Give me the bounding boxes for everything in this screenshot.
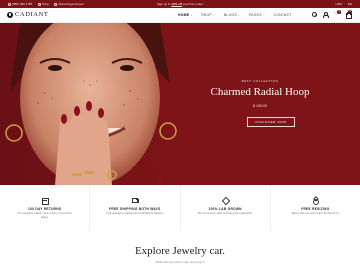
ring-icon	[312, 197, 320, 205]
site-logo[interactable]: CADIANT	[7, 11, 48, 18]
box-icon	[42, 197, 50, 205]
cart-count-badge: 0	[348, 10, 352, 14]
currency-selector[interactable]: USD	[335, 2, 341, 6]
nav-item-contact[interactable]: CONTACT	[274, 13, 292, 17]
wishlist-count-badge: 0	[337, 10, 341, 14]
hero-model-image	[0, 23, 180, 185]
feature-desc: "No questions asked" return policy. If y…	[17, 212, 72, 219]
promo-text: Sign up to	[156, 2, 171, 6]
search-icon[interactable]	[312, 12, 318, 18]
nav-item-home[interactable]: HOME ⌄	[178, 13, 193, 17]
promo-link[interactable]: 10% off	[171, 2, 182, 6]
gem-icon	[222, 197, 228, 203]
promo-tail: your first order!	[182, 2, 204, 6]
nav-label: BLOGS	[223, 13, 238, 17]
explore-section: Explore Jewelry car. What can you come, …	[0, 245, 360, 264]
main-header: CADIANT HOME ⌄ SHOP ⌄ BLOGS ⌄ PAGES ⌄ CONTAC…	[0, 8, 360, 23]
feature-returns: 100 DAY RETURNS "No questions asked" ret…	[0, 185, 91, 230]
chevron-down-icon: ⌄	[262, 13, 266, 17]
feature-desc: We are proud to offer only lab grown dia…	[197, 212, 253, 215]
top-bar: (888) 999 4785 Shop Virtual Appointment …	[0, 0, 360, 8]
hero-banner: BEST COLLECTION Charmed Radial Hoop $ 19…	[0, 23, 360, 185]
main-nav: HOME ⌄ SHOP ⌄ BLOGS ⌄ PAGES ⌄ CONTACT	[178, 13, 292, 17]
bag-icon[interactable]: 0	[345, 10, 352, 19]
feature-lab-grown: 100% LAB GROWN We are proud to offer onl…	[181, 185, 271, 230]
feature-resizing: FREE RESIZING Wasn't size you got it rig…	[271, 185, 360, 230]
feature-strip: 100 DAY RETURNS "No questions asked" ret…	[0, 185, 360, 230]
feature-shipping: FREE SHIPPING BOTH WAYS Your package is …	[90, 185, 181, 230]
language-selector[interactable]: EN	[348, 2, 352, 6]
heart-icon[interactable]: ♡ 0	[334, 10, 341, 17]
nav-item-blogs[interactable]: BLOGS ⌄	[224, 13, 241, 17]
feature-title: 100 DAY RETURNS	[27, 207, 62, 211]
explore-title: Explore Jewelry car.	[134, 245, 226, 257]
chevron-down-icon: ⌄	[190, 13, 194, 17]
hero-price: $ 199.00	[253, 104, 267, 108]
feature-title: FREE SHIPPING BOTH WAYS	[109, 207, 161, 211]
nav-item-pages[interactable]: PAGES ⌄	[249, 13, 266, 17]
hero-eyebrow: BEST COLLECTION	[241, 79, 279, 83]
nav-item-shop[interactable]: SHOP ⌄	[201, 13, 216, 17]
nav-label: PAGES	[248, 13, 262, 17]
promo-banner: Sign up to 10% off your first order!	[0, 2, 360, 6]
discover-now-button[interactable]: DISCOVER NOW	[247, 117, 295, 127]
chevron-down-icon: ⌄	[213, 13, 216, 17]
hero-title: Charmed Radial Hoop	[210, 86, 310, 98]
nav-label: CONTACT	[273, 13, 292, 17]
feature-title: FREE RESIZING	[301, 207, 330, 211]
feature-title: 100% LAB GROWN	[208, 207, 242, 211]
logo-mark-icon	[7, 11, 13, 18]
nav-label: HOME	[178, 13, 190, 17]
user-icon[interactable]	[323, 12, 330, 18]
nav-label: SHOP	[201, 13, 213, 17]
explore-subtitle: What can you come, find, and shop it	[155, 260, 205, 264]
chevron-down-icon: ⌄	[238, 13, 241, 17]
hero-content: BEST COLLECTION Charmed Radial Hoop $ 19…	[200, 23, 320, 185]
truck-icon	[131, 197, 139, 203]
feature-desc: Wasn't size you got it right? Fit doesn'…	[291, 212, 340, 215]
logo-text: CADIANT	[15, 11, 49, 18]
feature-desc: Your package is tracked and unlimited fo…	[106, 212, 164, 215]
